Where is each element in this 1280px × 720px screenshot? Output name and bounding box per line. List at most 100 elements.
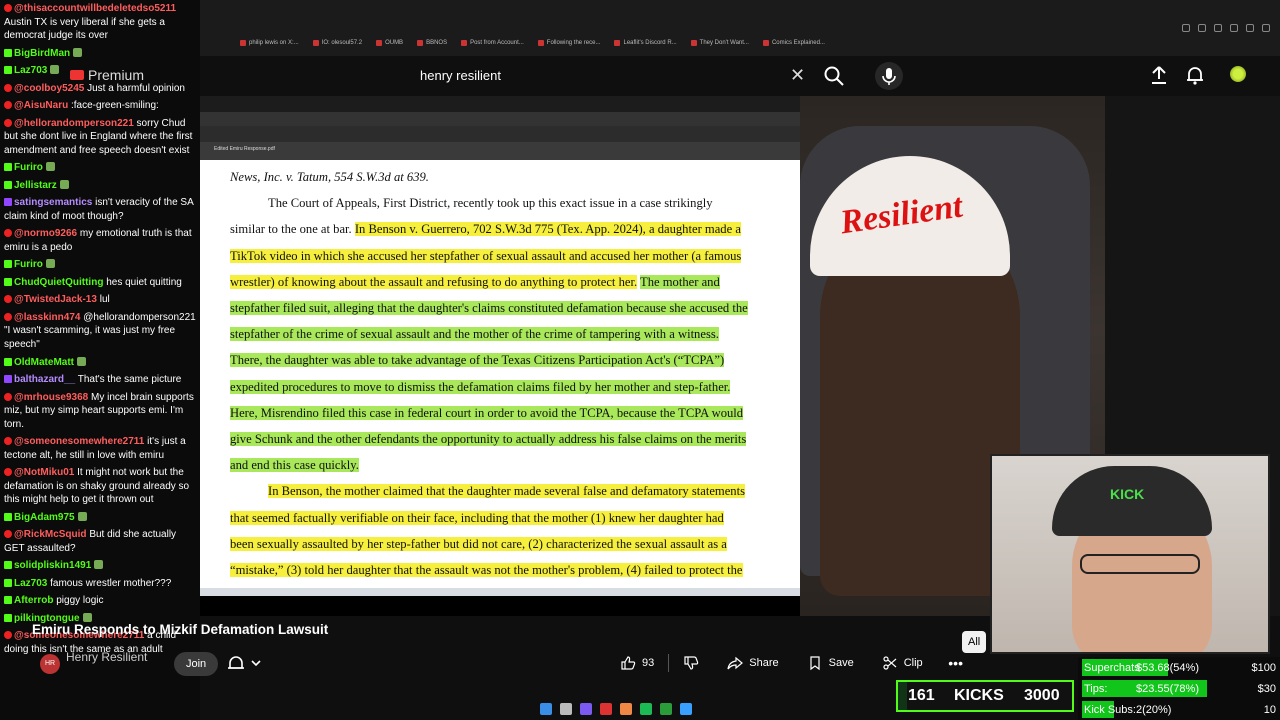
upload-icon[interactable] <box>1148 64 1170 86</box>
bookmark-favicon-icon <box>614 40 621 46</box>
bookmark-item[interactable]: BBNOS <box>417 40 447 46</box>
youtube-platform-icon <box>4 392 12 401</box>
chat-username[interactable]: Afterrob <box>14 595 53 606</box>
chat-username[interactable]: BigAdam975 <box>14 512 75 523</box>
extension-icon[interactable] <box>1246 24 1254 32</box>
save-button[interactable]: Save <box>797 648 864 678</box>
search-taskbar-icon[interactable] <box>560 703 572 715</box>
account-avatar[interactable] <box>1230 66 1246 82</box>
bookmark-item[interactable]: They Don't Want... <box>690 40 749 46</box>
browser-icon[interactable] <box>620 703 632 715</box>
extension-icon[interactable] <box>1230 24 1238 32</box>
like-count[interactable]: 93 <box>642 657 654 669</box>
chat-message: BigAdam975 <box>4 511 196 525</box>
more-actions-icon[interactable]: ••• <box>941 648 971 678</box>
pdf-paragraph: The Court of Appeals, First District, re… <box>230 190 750 478</box>
youtube-platform-icon <box>4 118 12 127</box>
bookmark-favicon-icon <box>312 40 319 46</box>
chat-username[interactable]: Furiro <box>14 162 43 173</box>
clip-button[interactable]: Clip <box>872 648 933 678</box>
goal-target: 10 <box>1263 703 1276 716</box>
microphone-icon[interactable] <box>875 62 903 90</box>
chat-username[interactable]: @someonesomewhere2711 <box>14 436 144 447</box>
windows-start-icon[interactable] <box>540 703 552 715</box>
video-player[interactable]: Edited Emiru Response.pdf News, Inc. v. … <box>200 96 1280 654</box>
chat-username[interactable]: @lasskinn474 <box>14 312 80 323</box>
chat-username[interactable]: @NotMiku01 <box>14 467 74 478</box>
bookmark-item[interactable]: Leaflit's Discord R... <box>614 40 677 46</box>
chat-emote-icon <box>73 47 83 57</box>
chat-message: @hellorandomperson221 sorry Chud but she… <box>4 117 196 158</box>
goal-label: Tips: <box>1084 682 1108 695</box>
twitch-platform-icon <box>4 198 12 207</box>
chat-username[interactable]: satingsemantics <box>14 197 92 208</box>
bookmark-item[interactable]: OUMB <box>376 40 403 46</box>
bookmark-item[interactable]: philip lewis on X:... <box>240 40 299 46</box>
chat-username[interactable]: Laz703 <box>14 65 47 76</box>
chat-username[interactable]: Furiro <box>14 259 43 270</box>
chat-message: balthazard__ That's the same picture <box>4 373 196 387</box>
extension-icon[interactable] <box>1182 24 1190 32</box>
chat-message: Furiro <box>4 258 196 272</box>
chat-overlay: @thisaccountwillbedeletedso5211 Austin T… <box>0 0 200 720</box>
chat-emote-icon <box>77 511 87 521</box>
divider <box>668 654 670 672</box>
chat-username[interactable]: ChudQuietQuitting <box>14 277 103 288</box>
goal-label: Kick Subs: <box>1084 703 1136 716</box>
thumbs-up-icon[interactable] <box>620 655 636 671</box>
channel-row: HR Henry Resilient Join <box>32 648 352 680</box>
xbox-icon[interactable] <box>660 703 672 715</box>
channel-avatar[interactable]: HR <box>40 654 60 674</box>
search-input[interactable]: henry resilient <box>420 56 816 94</box>
youtube-platform-icon <box>4 437 12 446</box>
subscription-bell-icon[interactable] <box>228 653 272 675</box>
pdf-page-text: News, Inc. v. Tatum, 554 S.W.3d at 639. T… <box>200 160 800 596</box>
chat-message: @coolboy5245 Just a harmful opinion <box>4 82 196 96</box>
chat-username[interactable]: @normo9266 <box>14 228 77 239</box>
chat-username[interactable]: OldMateMatt <box>14 357 74 368</box>
chat-emote-icon <box>50 65 60 75</box>
extension-icon[interactable] <box>1262 24 1270 32</box>
bookmark-item[interactable]: Comics Explained... <box>762 40 825 46</box>
kick-platform-icon <box>4 578 12 587</box>
extension-icon[interactable] <box>1214 24 1222 32</box>
chat-username[interactable]: @TwistedJack-13 <box>14 294 97 305</box>
video-actions: 93 Share Save Clip ••• <box>610 648 971 680</box>
kick-platform-icon <box>4 512 12 521</box>
youtube-logo-icon <box>70 70 84 80</box>
chat-username[interactable]: solidpliskin1491 <box>14 560 91 571</box>
chat-username[interactable]: BigBirdMan <box>14 48 70 59</box>
bookmark-item[interactable]: Following the rece... <box>537 40 600 46</box>
chat-username[interactable]: balthazard__ <box>14 374 75 385</box>
chat-username[interactable]: Laz703 <box>14 578 47 589</box>
chat-username[interactable]: @RickMcSquid <box>14 529 87 540</box>
share-button[interactable]: Share <box>717 648 788 678</box>
youtube-header: henry resilient ✕ <box>200 56 1280 96</box>
chat-username[interactable]: @thisaccountwillbedeletedso5211 <box>14 3 176 14</box>
chat-username[interactable]: Jellistarz <box>14 180 57 191</box>
chat-username[interactable]: @hellorandomperson221 <box>14 118 134 129</box>
goal-label: Superchats <box>1084 661 1140 674</box>
notifications-bell-icon[interactable] <box>1184 64 1206 86</box>
chat-username[interactable]: @mrhouse9368 <box>14 392 88 403</box>
clear-search-icon[interactable]: ✕ <box>790 64 805 86</box>
youtube-platform-icon <box>4 312 12 321</box>
spotify-icon[interactable] <box>640 703 652 715</box>
app-icon[interactable] <box>600 703 612 715</box>
app-icon[interactable] <box>680 703 692 715</box>
chat-username[interactable]: @AisuNaru <box>14 100 68 111</box>
pdf-file-name: Edited Emiru Response.pdf <box>214 146 275 152</box>
kick-platform-icon <box>4 260 12 269</box>
search-icon[interactable] <box>822 64 846 88</box>
bookmark-item[interactable]: Post from Account... <box>461 40 524 46</box>
thumbs-down-icon[interactable] <box>683 655 699 671</box>
bookmark-item[interactable]: IO: olesoul57.2 <box>312 40 362 46</box>
kick-platform-icon <box>4 48 12 57</box>
chat-username[interactable]: @coolboy5245 <box>14 83 84 94</box>
channel-name[interactable]: Henry Resilient <box>66 650 147 664</box>
pdf-text-run: News, Inc. v. Tatum, 554 S.W.3d at 639. <box>230 170 429 184</box>
join-button[interactable]: Join <box>174 652 219 676</box>
app-icon[interactable] <box>580 703 592 715</box>
kick-platform-icon <box>4 163 12 172</box>
extension-icon[interactable] <box>1198 24 1206 32</box>
